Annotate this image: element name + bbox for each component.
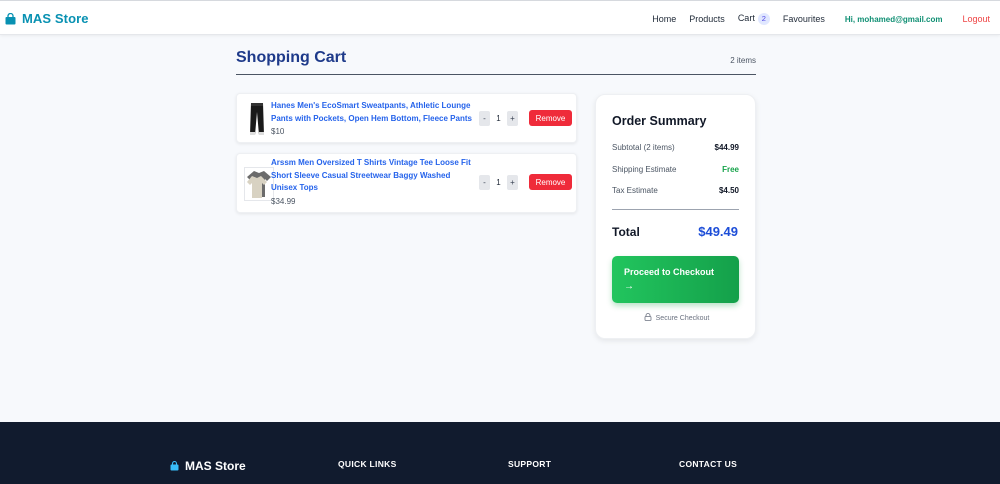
nav-products[interactable]: Products <box>689 14 725 24</box>
shipping-row: Shipping Estimate Free <box>612 165 739 174</box>
logout-link[interactable]: Logout <box>962 14 990 24</box>
checkout-label: Proceed to Checkout <box>624 267 715 277</box>
nav-home[interactable]: Home <box>652 14 676 24</box>
cart-item-count: 2 items <box>730 56 756 65</box>
decrease-quantity-button[interactable]: - <box>479 175 490 190</box>
increase-quantity-button[interactable]: + <box>507 175 518 190</box>
product-price: $10 <box>271 127 285 136</box>
footer-brand[interactable]: MAS Store <box>170 459 246 473</box>
footer-brand-name: MAS Store <box>185 459 246 473</box>
remove-item-button[interactable]: Remove <box>529 110 572 126</box>
subtotal-label: Subtotal (2 items) <box>612 143 675 152</box>
tax-row: Tax Estimate $4.50 <box>612 186 739 195</box>
shipping-value: Free <box>722 165 739 174</box>
footer-heading-contact: CONTACT US <box>679 459 738 469</box>
footer: MAS Store QUICK LINKS SUPPORT CONTACT US <box>0 422 1000 484</box>
order-summary-title: Order Summary <box>612 114 707 128</box>
secure-checkout-note: Secure Checkout <box>596 313 757 322</box>
total-label: Total <box>612 225 640 239</box>
tax-value: $4.50 <box>718 186 739 195</box>
navbar: MAS Store Home Products Cart 2 Favourites… <box>0 0 1000 35</box>
total-value: $49.49 <box>698 224 738 239</box>
footer-heading-quick-links: QUICK LINKS <box>338 459 397 469</box>
subtotal-row: Subtotal (2 items) $44.99 <box>612 143 739 152</box>
sweatpants-image <box>250 103 264 135</box>
cart-item: Hanes Men's EcoSmart Sweatpants, Athleti… <box>236 93 577 143</box>
subtotal-value: $44.99 <box>714 143 739 152</box>
product-price: $34.99 <box>271 197 296 206</box>
footer-heading-support: SUPPORT <box>508 459 552 469</box>
order-summary: Order Summary Subtotal (2 items) $44.99 … <box>595 94 756 339</box>
quantity-value: 1 <box>496 178 501 187</box>
cart-count-badge: 2 <box>757 13 770 25</box>
proceed-to-checkout-button[interactable]: Proceed to Checkout → <box>612 256 739 303</box>
arrow-right-icon: → <box>624 281 634 292</box>
nav-cart[interactable]: Cart 2 <box>738 13 770 25</box>
nav-cart-label: Cart <box>737 13 755 23</box>
product-image[interactable] <box>244 102 270 136</box>
brand-name: MAS Store <box>22 11 89 26</box>
quantity-value: 1 <box>496 114 501 123</box>
decrease-quantity-button[interactable]: - <box>479 111 490 126</box>
nav-favourites[interactable]: Favourites <box>783 14 825 24</box>
nav-links: Home Products Cart 2 Favourites Hi, moham… <box>639 13 990 25</box>
summary-divider <box>612 209 739 210</box>
cart-item: Arssm Men Oversized T Shirts Vintage Tee… <box>236 153 577 213</box>
tshirt-image <box>247 171 271 198</box>
shopping-bag-icon <box>5 12 16 24</box>
remove-item-button[interactable]: Remove <box>529 174 572 190</box>
shipping-label: Shipping Estimate <box>612 165 677 174</box>
brand-logo[interactable]: MAS Store <box>5 11 89 26</box>
product-name-link[interactable]: Hanes Men's EcoSmart Sweatpants, Athleti… <box>271 100 476 125</box>
shopping-bag-icon <box>170 461 179 471</box>
user-greeting[interactable]: Hi, mohamed@gmail.com <box>845 15 943 24</box>
lock-icon <box>644 313 652 321</box>
secure-checkout-label: Secure Checkout <box>655 315 710 322</box>
quantity-stepper: - 1 + <box>479 111 518 126</box>
product-image[interactable] <box>244 167 274 201</box>
product-name-link[interactable]: Arssm Men Oversized T Shirts Vintage Tee… <box>271 157 476 195</box>
page-title: Shopping Cart <box>236 49 347 66</box>
quantity-stepper: - 1 + <box>479 175 518 190</box>
increase-quantity-button[interactable]: + <box>507 111 518 126</box>
tax-label: Tax Estimate <box>612 186 658 195</box>
title-divider <box>236 74 756 75</box>
